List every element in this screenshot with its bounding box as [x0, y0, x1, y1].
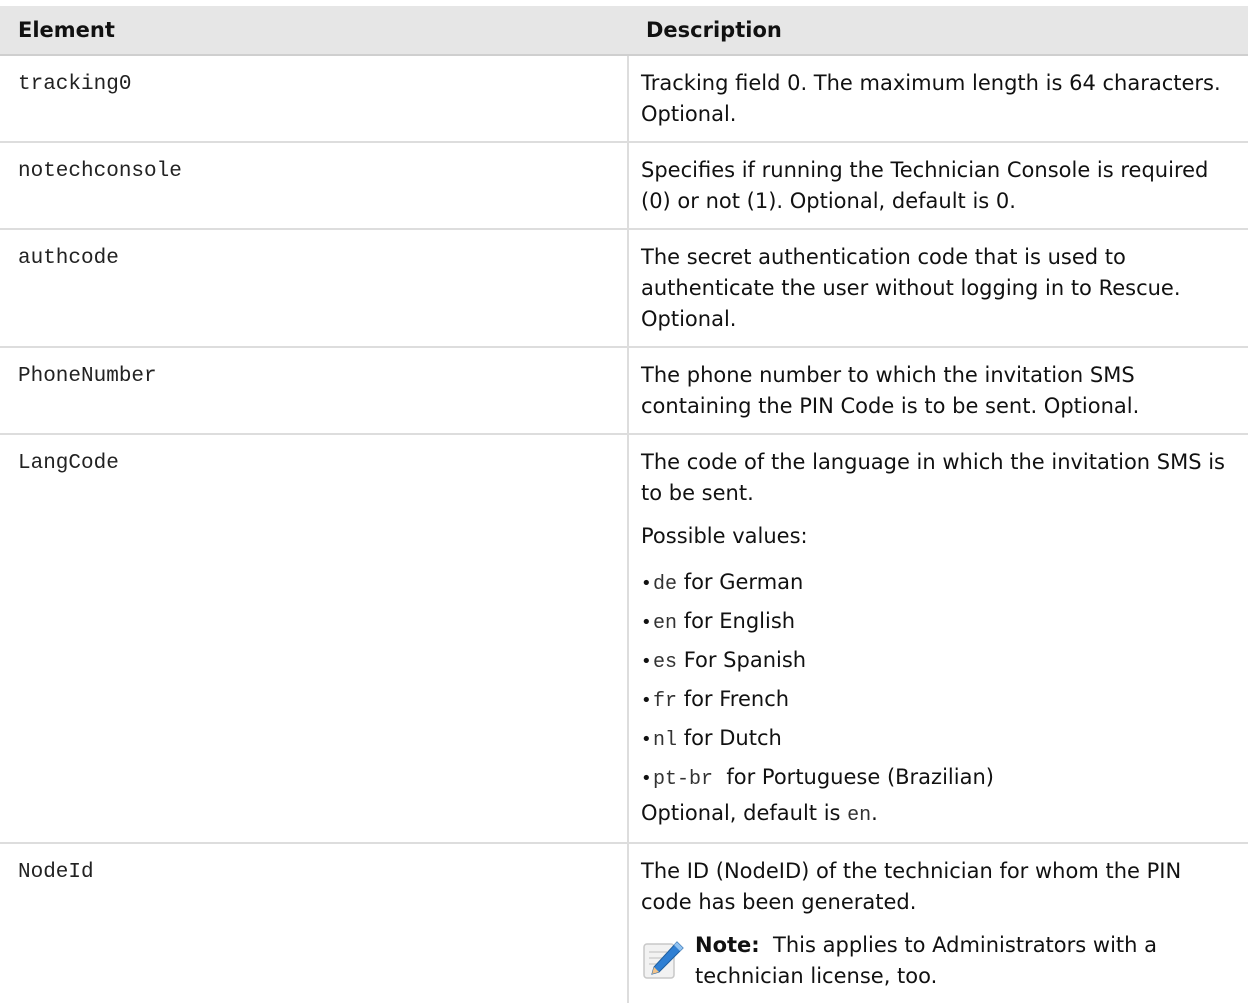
bullet-icon: •: [641, 651, 652, 672]
element-name: notechconsole: [0, 142, 629, 230]
header-description: Description: [628, 6, 1248, 56]
list-item: •fr for French: [641, 681, 1236, 720]
value-code: nl: [653, 729, 678, 752]
value-code: fr: [653, 690, 678, 713]
table-row: PhoneNumber The phone number to which th…: [0, 347, 1248, 435]
note-box: Note: This applies to Administrators wit…: [641, 930, 1236, 992]
possible-values-label: Possible values:: [641, 524, 808, 548]
element-name: PhoneNumber: [0, 347, 629, 435]
description-text: The phone number to which the invitation…: [641, 363, 1140, 418]
value-text: for French: [677, 687, 790, 711]
value-text: for English: [677, 609, 796, 633]
value-code: de: [653, 573, 678, 596]
bullet-icon: •: [641, 690, 652, 711]
description-text: The ID (NodeID) of the technician for wh…: [641, 859, 1182, 914]
description-text: The secret authentication code that is u…: [641, 245, 1181, 331]
description-text: The code of the language in which the in…: [641, 450, 1226, 505]
default-suffix: .: [871, 801, 878, 825]
note-text: Note: This applies to Administrators wit…: [695, 930, 1236, 992]
element-description: The ID (NodeID) of the technician for wh…: [628, 843, 1248, 1003]
table-header-row: Element Description: [0, 6, 1248, 56]
element-description: Tracking field 0. The maximum length is …: [628, 55, 1248, 143]
parameters-table: Element Description tracking0 Tracking f…: [0, 6, 1248, 1003]
list-item: •pt-br for Portuguese (Brazilian): [641, 759, 1236, 798]
element-name: authcode: [0, 229, 629, 348]
element-description: The secret authentication code that is u…: [628, 229, 1248, 348]
list-item: •es For Spanish: [641, 642, 1236, 681]
table-row: NodeId The ID (NodeID) of the technician…: [0, 843, 1248, 1003]
note-body: This applies to Administrators with a te…: [695, 933, 1164, 988]
table-row: LangCode The code of the language in whi…: [0, 434, 1248, 844]
value-text: for Dutch: [677, 726, 782, 750]
default-prefix: Optional, default is: [641, 801, 848, 825]
value-text: for German: [677, 570, 804, 594]
list-item: •nl for Dutch: [641, 720, 1236, 759]
bullet-icon: •: [641, 729, 652, 750]
table-row: notechconsole Specifies if running the T…: [0, 142, 1248, 230]
bullet-icon: •: [641, 573, 652, 594]
list-item: •de for German: [641, 564, 1236, 603]
element-name: LangCode: [0, 434, 629, 844]
table-row: tracking0 Tracking field 0. The maximum …: [0, 55, 1248, 143]
element-description: The code of the language in which the in…: [628, 434, 1248, 844]
language-values-list: •de for German •en for English •es For S…: [641, 564, 1236, 798]
element-description: The phone number to which the invitation…: [628, 347, 1248, 435]
default-value: Optional, default is en.: [641, 798, 1236, 831]
value-code: es: [653, 651, 678, 674]
note-label: Note:: [695, 933, 760, 957]
description-text: Specifies if running the Technician Cons…: [641, 158, 1209, 213]
element-description: Specifies if running the Technician Cons…: [628, 142, 1248, 230]
pencil-note-icon: [643, 941, 684, 979]
value-text: For Spanish: [677, 648, 807, 672]
header-element: Element: [0, 6, 628, 56]
value-code: pt-br: [653, 768, 714, 791]
default-code: en: [847, 804, 872, 827]
element-name: NodeId: [0, 843, 629, 1003]
list-item: •en for English: [641, 603, 1236, 642]
bullet-icon: •: [641, 768, 652, 789]
element-name: tracking0: [0, 55, 629, 143]
table-row: authcode The secret authentication code …: [0, 229, 1248, 348]
bullet-icon: •: [641, 612, 652, 633]
value-text: for Portuguese (Brazilian): [713, 765, 994, 789]
value-code: en: [653, 612, 678, 635]
description-text: Tracking field 0. The maximum length is …: [641, 71, 1221, 126]
